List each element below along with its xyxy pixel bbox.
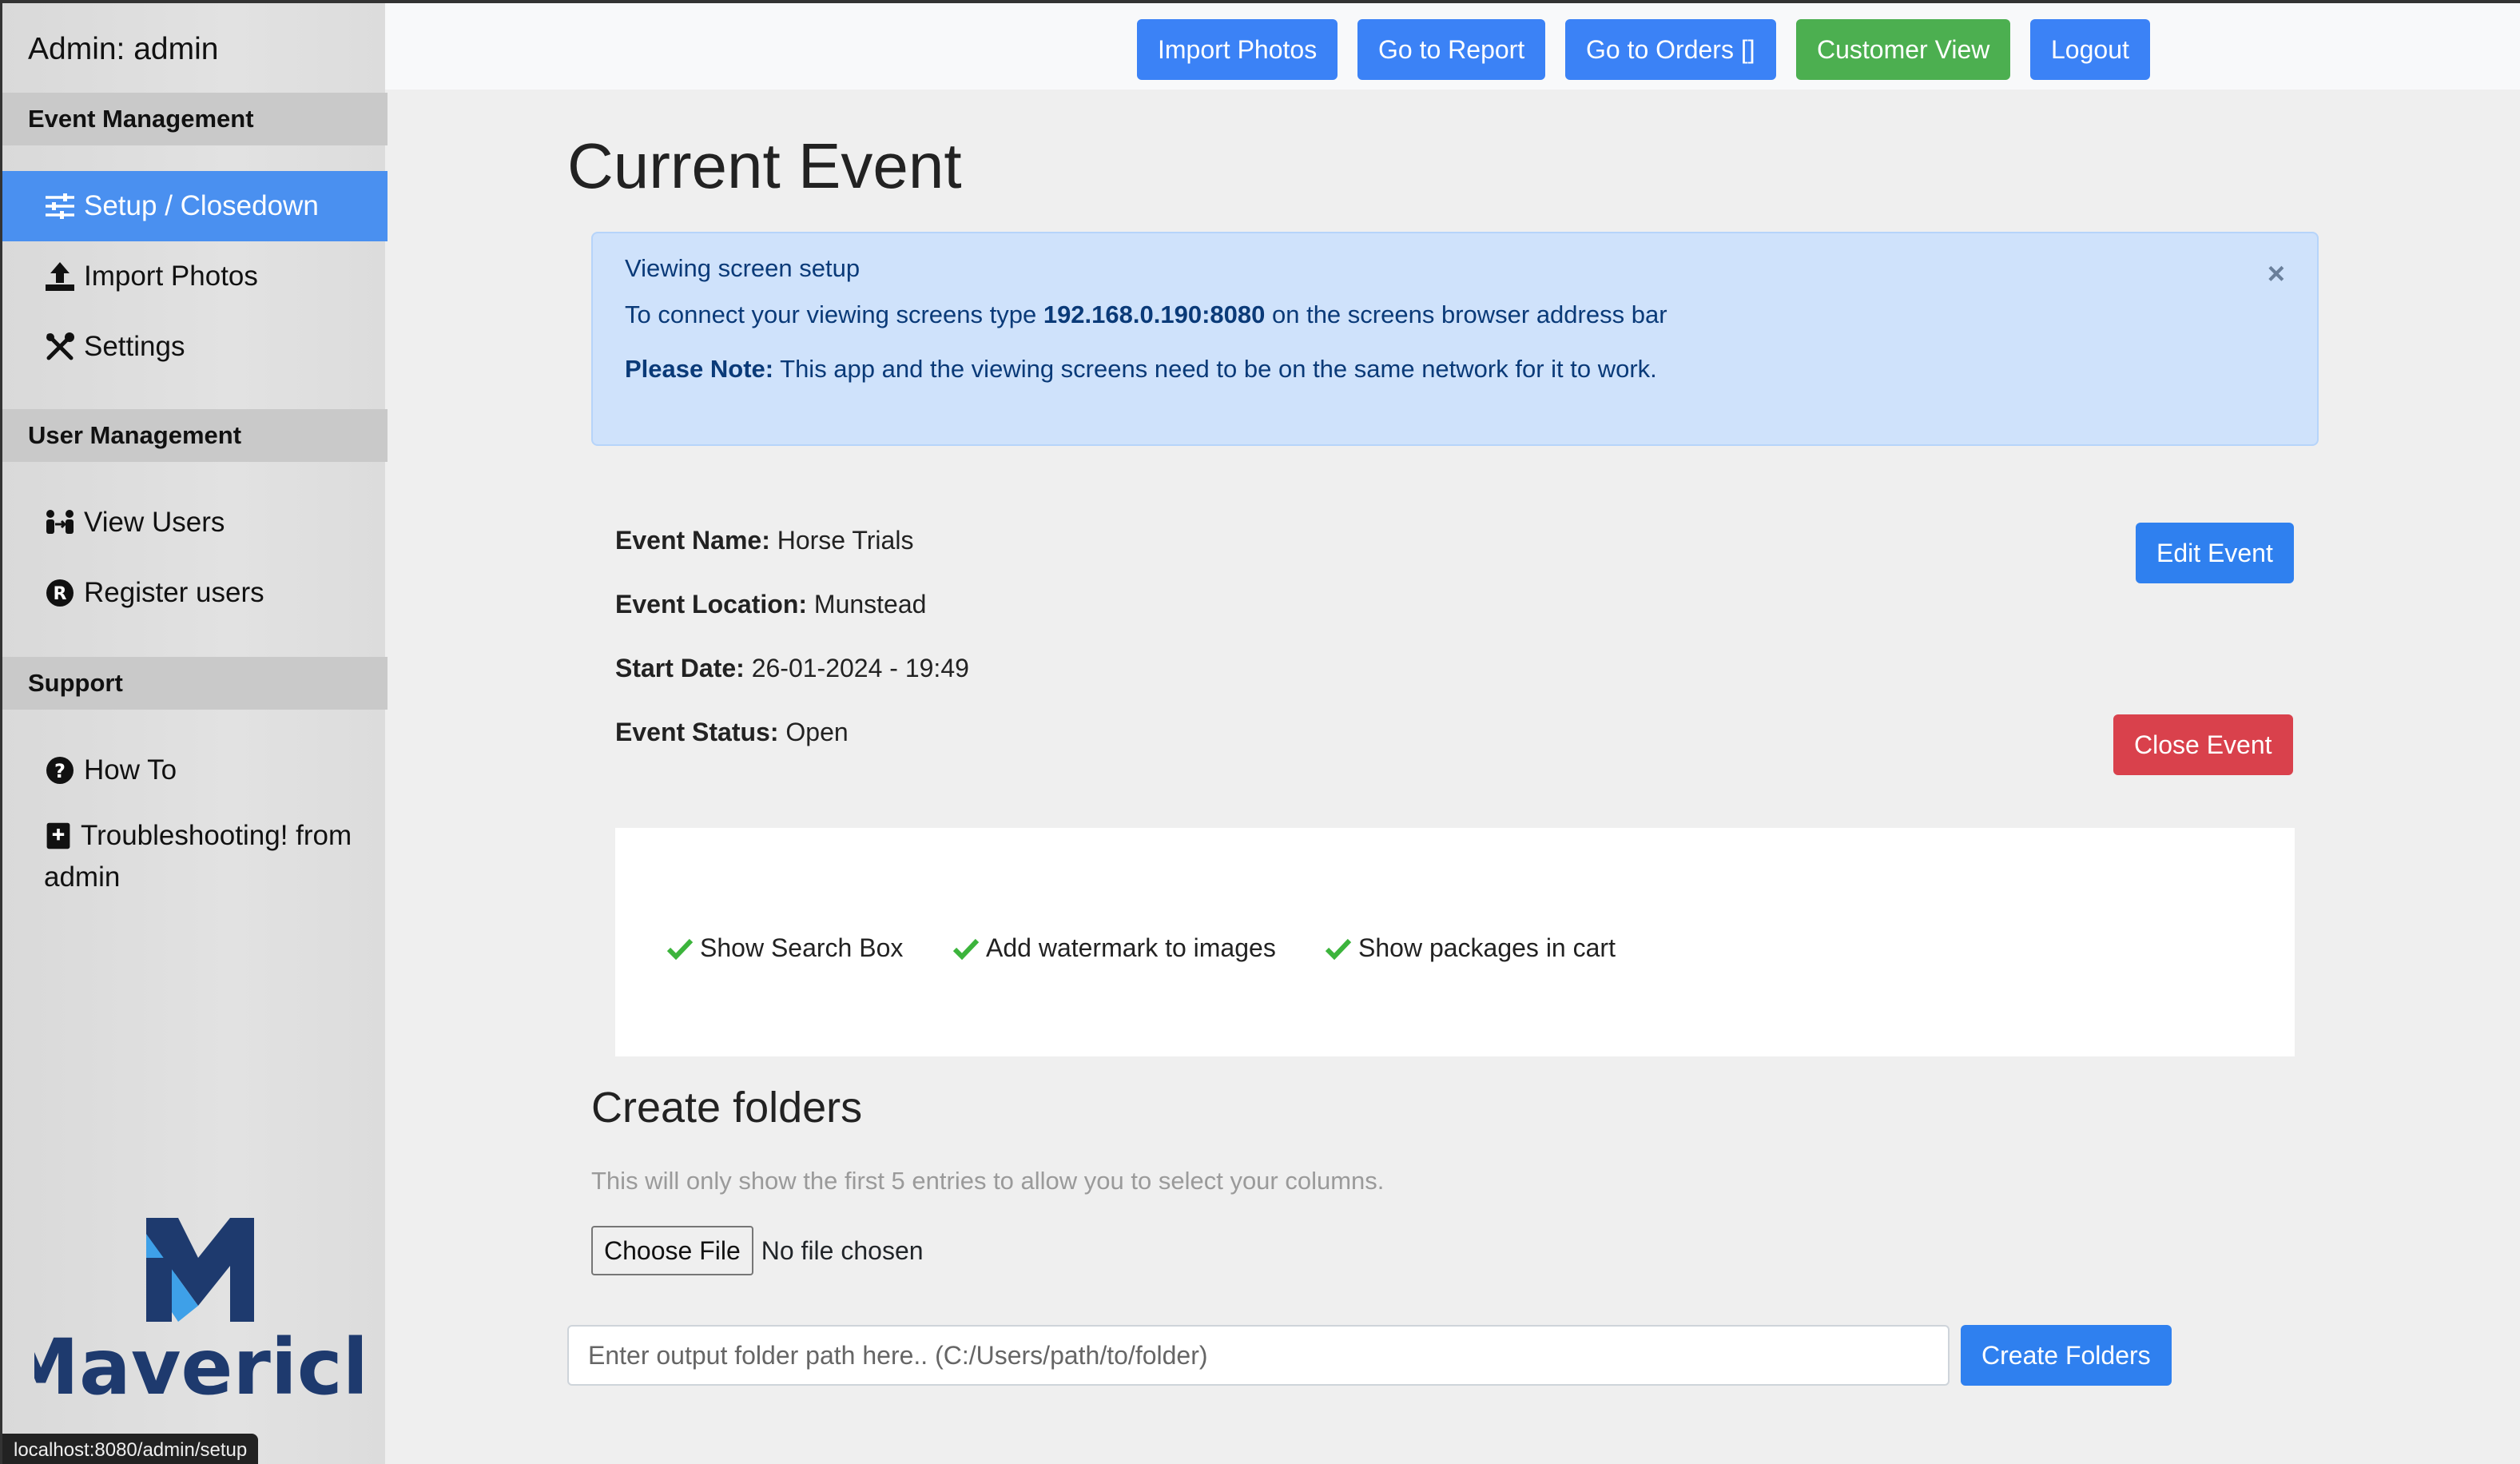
- upload-icon: [46, 262, 74, 291]
- admin-title: Admin: admin: [28, 32, 219, 66]
- section-header-user-management: User Management: [2, 409, 388, 462]
- file-status: No file chosen: [761, 1235, 924, 1265]
- alert-address: 192.168.0.190:8080: [1043, 300, 1266, 328]
- page-title: Current Event: [567, 130, 962, 201]
- sidebar-item-label: Register users: [84, 577, 264, 608]
- create-folders-title: Create folders: [591, 1084, 863, 1132]
- logo-text: Maverick: [34, 1323, 362, 1410]
- check-icon: [666, 938, 694, 960]
- alert-title: Viewing screen setup: [625, 254, 861, 282]
- viewing-screen-alert: Viewing screen setup To connect your vie…: [591, 232, 2319, 446]
- customer-view-button[interactable]: Customer View: [1796, 19, 2011, 80]
- sidebar-item-register-users[interactable]: R Register users: [2, 558, 388, 628]
- svg-text:R: R: [54, 584, 67, 604]
- sidebar-item-import-photos[interactable]: Import Photos: [2, 241, 388, 312]
- close-icon[interactable]: ×: [2268, 257, 2285, 292]
- check-icon: [1325, 938, 1352, 960]
- event-start-date: Start Date: 26-01-2024 - 19:49: [615, 654, 969, 682]
- status-url: localhost:8080/admin/setup: [2, 1434, 259, 1464]
- users-icon: [46, 510, 74, 534]
- registered-icon: R: [46, 579, 74, 607]
- svg-text:?: ?: [54, 760, 66, 782]
- event-options-card: Show Search Box Add watermark to images …: [615, 828, 2295, 1056]
- create-folders-button[interactable]: Create Folders: [1961, 1325, 2172, 1386]
- sliders-icon: [46, 193, 74, 219]
- choose-file-button[interactable]: Choose File: [591, 1226, 753, 1275]
- import-photos-button[interactable]: Import Photos: [1137, 19, 1338, 80]
- file-picker: Choose File No file chosen: [591, 1226, 924, 1275]
- option-watermark: Add watermark to images: [952, 933, 1276, 963]
- sidebar-item-label: Setup / Closedown: [84, 190, 319, 221]
- top-bar: Import Photos Go to Report Go to Orders …: [385, 0, 2520, 90]
- sidebar-item-label: View Users: [84, 507, 225, 538]
- sidebar-item-label: How To: [84, 754, 177, 786]
- event-location: Event Location: Munstead: [615, 590, 927, 619]
- sidebar-item-setup[interactable]: Setup / Closedown: [2, 171, 388, 241]
- edit-event-button[interactable]: Edit Event: [2136, 523, 2294, 583]
- sidebar-item-settings[interactable]: Settings: [2, 312, 388, 382]
- sidebar-item-how-to[interactable]: ? How To: [2, 735, 388, 806]
- check-icon: [952, 938, 980, 960]
- alert-connect-text: To connect your viewing screens type 192…: [625, 300, 1667, 328]
- logout-button[interactable]: Logout: [2030, 19, 2150, 80]
- event-status: Event Status: Open: [615, 718, 849, 746]
- section-header-event-management: Event Management: [2, 93, 388, 145]
- medical-book-icon: [46, 822, 70, 849]
- sidebar-item-label: Troubleshooting! from: [81, 820, 352, 851]
- tools-icon: [46, 332, 74, 360]
- option-packages-in-cart: Show packages in cart: [1325, 933, 1616, 963]
- go-to-report-button[interactable]: Go to Report: [1357, 19, 1546, 80]
- go-to-orders-button[interactable]: Go to Orders []: [1565, 19, 1776, 80]
- section-header-support: Support: [2, 657, 388, 710]
- sidebar: Admin: admin Event Management Setup / Cl…: [0, 0, 388, 1464]
- output-folder-path-input[interactable]: [567, 1325, 1950, 1386]
- close-event-button[interactable]: Close Event: [2113, 714, 2293, 775]
- alert-note: Please Note: This app and the viewing sc…: [625, 355, 1657, 383]
- sidebar-item-view-users[interactable]: View Users: [2, 487, 388, 558]
- sidebar-item-troubleshooting[interactable]: Troubleshooting! from admin: [2, 809, 388, 897]
- sidebar-item-label-cont: admin: [44, 861, 121, 893]
- event-name: Event Name: Horse Trials: [615, 526, 914, 555]
- create-folders-hint: This will only show the first 5 entries …: [591, 1167, 1385, 1195]
- maverick-logo: Maverick: [34, 1218, 362, 1410]
- option-show-search-box: Show Search Box: [666, 933, 903, 963]
- sidebar-item-label: Settings: [84, 331, 185, 362]
- sidebar-item-label: Import Photos: [84, 261, 258, 292]
- question-circle-icon: ?: [46, 757, 74, 784]
